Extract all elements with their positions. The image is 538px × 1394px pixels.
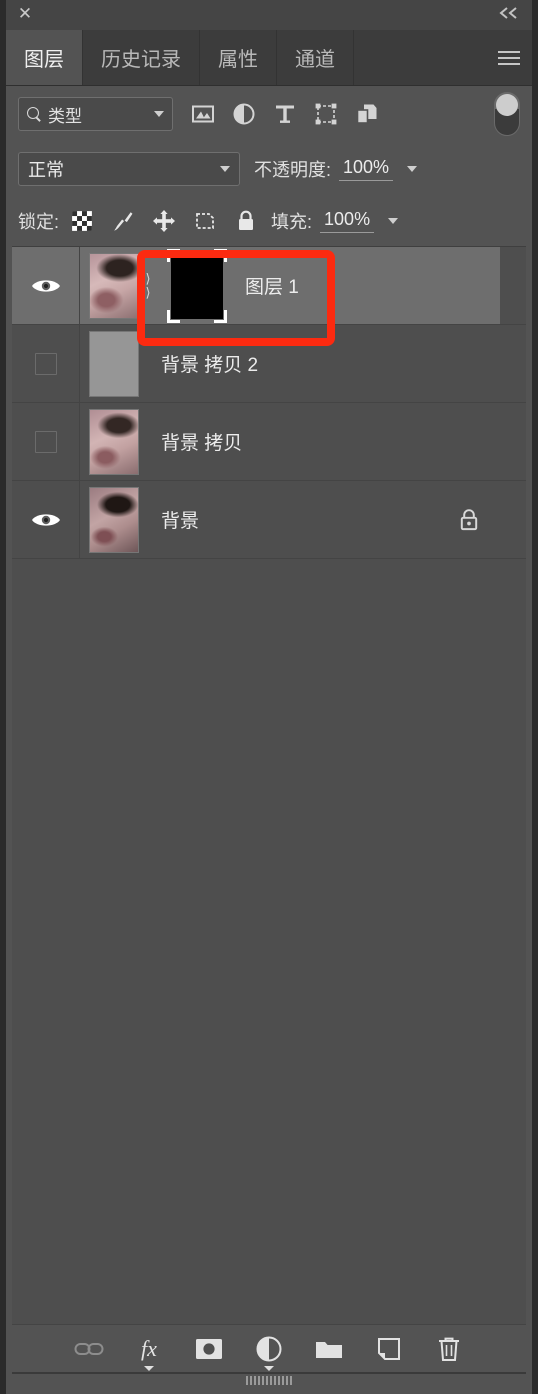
table-row[interactable]: ⟩ ⟩ 图层 1 — [12, 247, 526, 325]
layer-locked-icon — [460, 508, 478, 530]
half-circle-icon — [256, 1336, 282, 1361]
mask-icon — [196, 1338, 222, 1359]
collapse-panel-icon[interactable] — [498, 6, 520, 24]
layer-name[interactable]: 背景 拷贝 — [161, 428, 242, 455]
blend-mode-dropdown[interactable]: 正常 — [18, 152, 240, 186]
eye-off-icon — [34, 352, 57, 375]
trash-icon — [439, 1337, 459, 1361]
toggle-knob — [496, 94, 518, 116]
layers-panel: ✕ 图层 历史记录 属性 通道 类型 正常 不透明度: 100% 锁定: 填充:… — [0, 0, 538, 1394]
layer-thumbnail[interactable] — [89, 408, 139, 475]
new-adjustment-layer-icon[interactable] — [254, 1334, 284, 1371]
mask-selected-corner — [167, 309, 180, 323]
lock-transparency-icon[interactable] — [71, 210, 93, 232]
shape-layer-filter-icon[interactable] — [314, 102, 338, 126]
table-row[interactable]: 背景 拷贝 2 — [12, 325, 526, 403]
layer-filter-row: 类型 — [6, 86, 532, 142]
tab-properties[interactable]: 属性 — [200, 30, 277, 85]
layer-list[interactable]: ⟩ ⟩ 图层 1 背景 拷贝 2 背景 拷贝 背景 — [12, 246, 526, 1324]
layer-name[interactable]: 背景 — [161, 506, 199, 533]
tab-channels[interactable]: 通道 — [277, 30, 354, 85]
opacity-label: 不透明度: — [254, 160, 332, 180]
eye-icon — [31, 513, 60, 526]
link-layers-icon[interactable] — [74, 1334, 104, 1364]
pixel-layer-filter-icon[interactable] — [191, 102, 215, 126]
filter-enable-toggle[interactable] — [494, 92, 520, 136]
panel-titlebar: ✕ — [6, 0, 532, 30]
new-group-icon[interactable] — [314, 1334, 344, 1364]
new-layer-icon[interactable] — [374, 1334, 404, 1364]
fill-input[interactable]: 100% — [320, 209, 375, 233]
folder-icon — [316, 1341, 342, 1358]
layer-visibility-toggle[interactable] — [12, 403, 80, 480]
close-icon[interactable]: ✕ — [16, 5, 34, 23]
lock-all-icon[interactable] — [235, 210, 257, 232]
filter-icon-group — [191, 102, 379, 126]
table-row[interactable]: 背景 — [12, 481, 526, 559]
caret-down-icon — [264, 1365, 274, 1371]
blend-mode-value: 正常 — [28, 160, 64, 180]
lock-row: 锁定: 填充: 100% — [6, 196, 532, 246]
filter-type-label: 类型 — [48, 106, 82, 126]
eye-off-icon — [34, 430, 57, 453]
fx-glyph: fx — [141, 1335, 157, 1361]
opacity-control: 不透明度: 100% — [254, 156, 418, 182]
blend-mode-row: 正常 不透明度: 100% — [6, 142, 532, 196]
double-chevron-left-icon — [499, 7, 517, 19]
resize-grip-icon[interactable] — [246, 1376, 292, 1385]
lock-icon-group — [71, 210, 257, 232]
filter-type-dropdown[interactable]: 类型 — [18, 97, 173, 131]
delete-layer-icon[interactable] — [434, 1334, 464, 1364]
mask-link-icon[interactable]: ⟩ ⟩ — [143, 272, 153, 299]
lock-label: 锁定: — [18, 212, 60, 232]
tab-history[interactable]: 历史记录 — [83, 30, 200, 85]
add-mask-icon[interactable] — [194, 1334, 224, 1364]
panel-menu-icon[interactable] — [486, 30, 532, 85]
opacity-chevron-down-icon[interactable] — [407, 166, 418, 172]
layer-visibility-toggle[interactable] — [12, 325, 80, 402]
fx-layer-style-icon[interactable]: fx — [134, 1334, 164, 1371]
lock-artboard-icon[interactable] — [194, 210, 216, 232]
fill-control: 填充: 100% — [271, 208, 399, 234]
eye-icon — [31, 279, 60, 292]
search-icon — [27, 106, 42, 122]
layer-mask-thumbnail[interactable] — [167, 248, 227, 323]
layer-name[interactable]: 图层 1 — [245, 272, 299, 299]
layers-bottom-toolbar: fx — [12, 1324, 526, 1372]
chevron-down-icon — [220, 166, 230, 172]
table-row[interactable]: 背景 拷贝 — [12, 403, 526, 481]
tab-layers[interactable]: 图层 — [6, 30, 83, 85]
layer-thumbnail[interactable] — [89, 330, 139, 397]
mask-selected-corner — [167, 248, 180, 262]
panel-resize-strip[interactable] — [12, 1372, 526, 1394]
panel-tabbar: 图层 历史记录 属性 通道 — [6, 30, 532, 86]
chevron-down-icon — [154, 111, 164, 117]
smart-object-filter-icon[interactable] — [355, 102, 379, 126]
lock-pixels-icon[interactable] — [112, 210, 134, 232]
fill-label: 填充: — [271, 212, 313, 232]
opacity-input[interactable]: 100% — [339, 157, 394, 181]
mask-selected-corner — [214, 309, 227, 323]
layer-thumbnail[interactable] — [89, 252, 139, 319]
mask-selected-corner — [214, 248, 227, 262]
new-page-icon — [378, 1337, 400, 1360]
layer-visibility-toggle[interactable] — [12, 247, 80, 324]
layer-visibility-toggle[interactable] — [12, 481, 80, 558]
fill-chevron-down-icon[interactable] — [388, 218, 399, 224]
chain-link-icon — [74, 1342, 104, 1355]
caret-down-icon — [144, 1365, 154, 1371]
tabbar-spacer — [354, 30, 486, 85]
adjustment-layer-filter-icon[interactable] — [232, 102, 256, 126]
text-layer-filter-icon[interactable] — [273, 102, 297, 126]
layer-name[interactable]: 背景 拷贝 2 — [161, 350, 258, 377]
layer-thumbnail[interactable] — [89, 486, 139, 553]
lock-position-icon[interactable] — [153, 210, 176, 232]
